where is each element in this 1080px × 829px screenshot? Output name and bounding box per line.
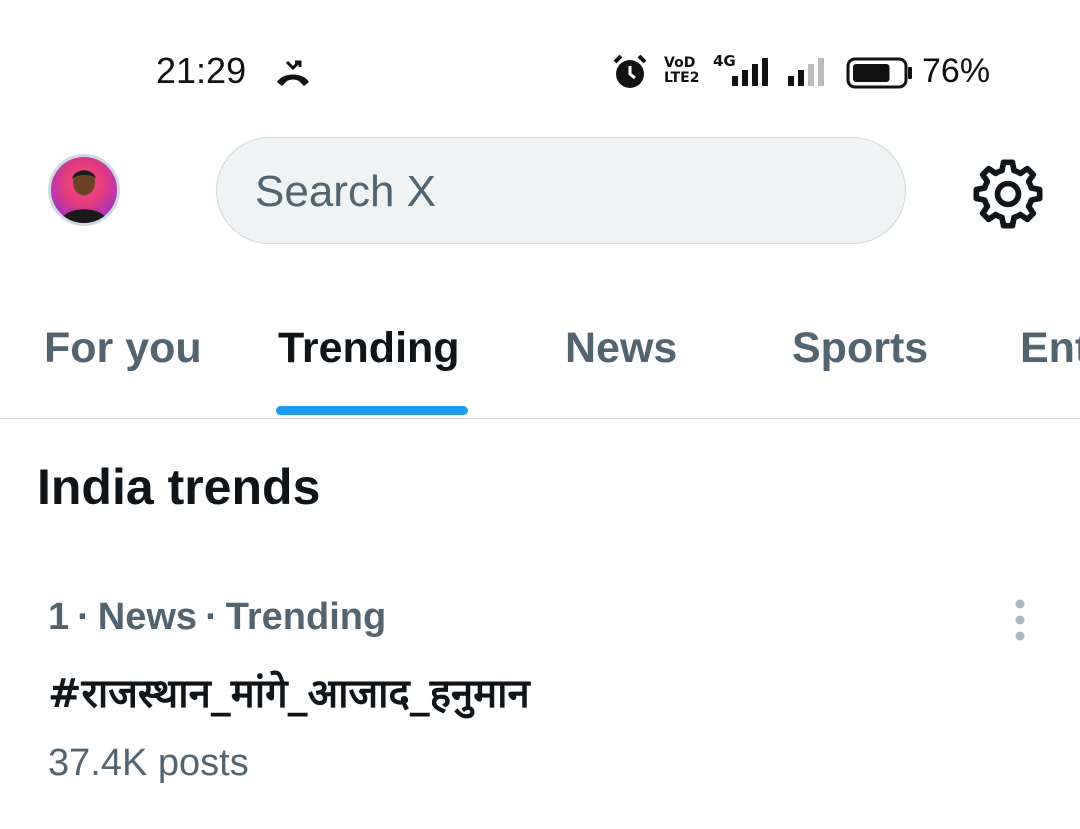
search-bar[interactable] xyxy=(216,137,906,245)
battery-percent: 76% xyxy=(922,52,991,90)
volte-indicator: VoD LTE2 xyxy=(664,56,699,86)
trend-name[interactable]: #राजस्थान_मांगे_आजाद_हनुमान xyxy=(48,664,530,719)
trend-category: News xyxy=(97,596,198,638)
signal-icon xyxy=(788,58,824,86)
volte-line2: LTE2 xyxy=(664,70,700,86)
signal-icon xyxy=(732,58,768,86)
tab-sports[interactable]: Sports xyxy=(792,324,928,373)
search-input[interactable] xyxy=(253,138,857,245)
trend-item[interactable]: 1 · News · Trending #राजस्थान_मांगे_आजाद_हनु… xyxy=(0,580,1080,829)
status-time: 21:29 xyxy=(156,50,247,91)
tab-trending[interactable]: Trending xyxy=(278,324,460,373)
avatar-photo xyxy=(60,169,108,223)
section-title: India trends xyxy=(37,459,321,515)
settings-gear-icon[interactable] xyxy=(970,156,1046,232)
trend-post-count: 37.4K posts xyxy=(48,742,249,784)
avatar[interactable] xyxy=(48,154,120,226)
active-tab-indicator xyxy=(276,406,468,415)
volte-line1: VoD xyxy=(664,55,696,71)
separator-dot: · xyxy=(77,596,90,638)
tab-entertainment[interactable]: Ent xyxy=(1020,324,1080,373)
status-bar: 21:29 VoD LTE2 4G 76% xyxy=(0,0,1080,130)
tab-news[interactable]: News xyxy=(565,324,677,373)
missed-call-icon xyxy=(277,60,309,86)
tab-for-you[interactable]: For you xyxy=(44,324,202,373)
battery-icon xyxy=(846,57,912,89)
alarm-icon xyxy=(613,54,647,88)
explore-tabs: For you Trending News Sports Ent xyxy=(0,300,1080,419)
more-options-icon[interactable] xyxy=(1006,598,1034,642)
trend-meta: 1 · News · Trending xyxy=(48,596,386,639)
separator-dot: · xyxy=(205,596,218,638)
trend-rank: 1 xyxy=(48,596,70,638)
top-bar xyxy=(0,130,1080,260)
trend-status: Trending xyxy=(225,596,387,638)
